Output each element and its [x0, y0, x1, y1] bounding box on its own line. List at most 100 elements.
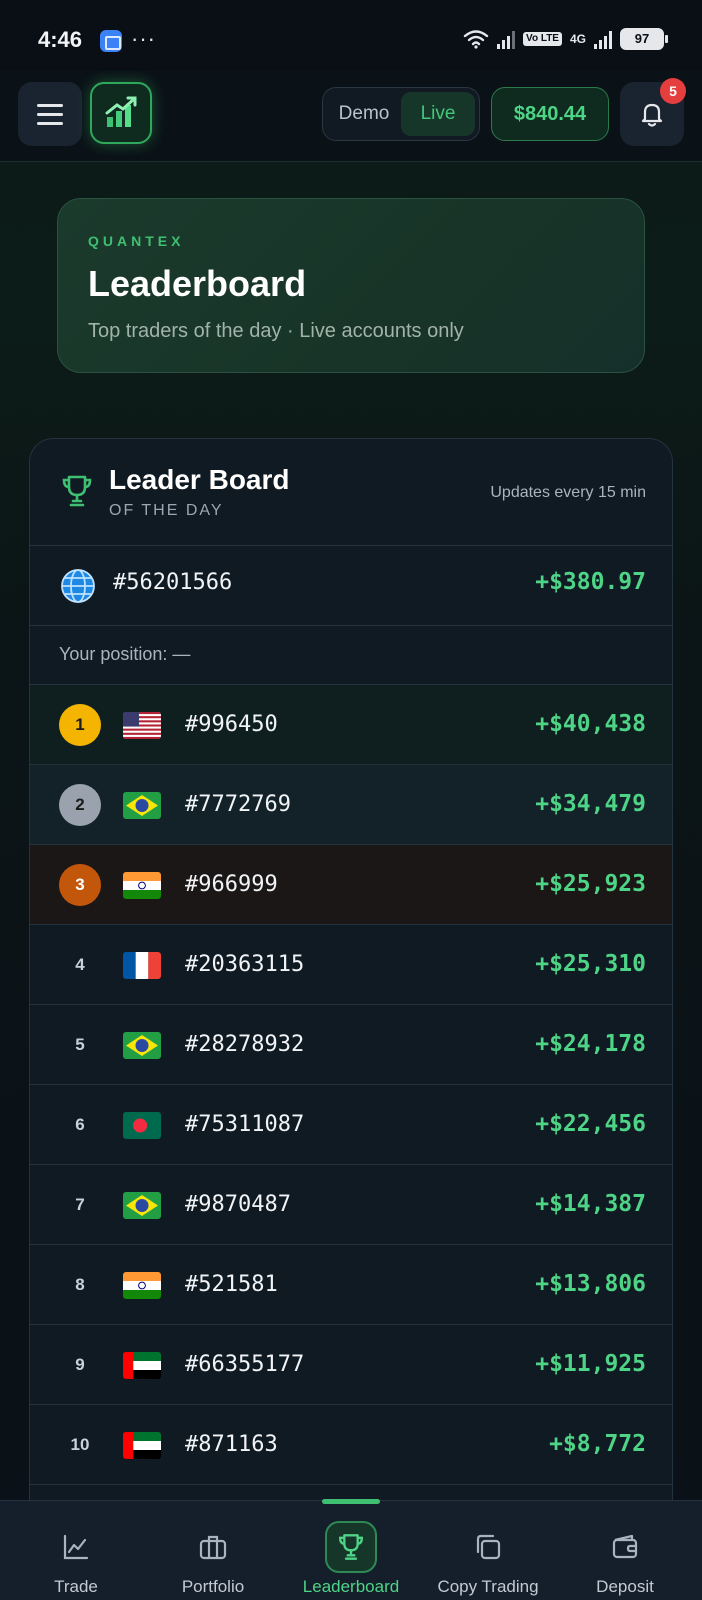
- leaderboard-row[interactable]: 2 #7772769 +$34,479: [30, 765, 672, 845]
- leaderboard-row[interactable]: 8 #521581 +$13,806: [30, 1245, 672, 1325]
- trader-id: #521581: [185, 1272, 278, 1297]
- battery-icon: 97: [620, 28, 668, 50]
- account-mode-toggle: Demo Live: [322, 87, 480, 141]
- notification-app-icon: [100, 30, 122, 52]
- status-time: 4:46: [38, 27, 83, 52]
- country-flag-icon: [123, 1112, 161, 1139]
- signal-1-icon: [497, 29, 516, 49]
- leaderboard-header: Leader Board OF THE DAY Updates every 15…: [30, 439, 672, 546]
- country-flag-icon: [123, 1272, 161, 1299]
- page-title: Leaderboard: [88, 263, 307, 304]
- rank-number: 10: [70, 1435, 90, 1454]
- globe-icon: [61, 569, 95, 603]
- trader-id: #20363115: [185, 952, 305, 977]
- page-subtitle: Top traders of the day · Live accounts o…: [88, 320, 464, 342]
- trader-id: #966999: [185, 872, 278, 897]
- trader-id: #871163: [185, 1432, 278, 1457]
- leaderboard-subtitle: OF THE DAY: [109, 502, 224, 519]
- trader-profit: +$13,806: [535, 1271, 646, 1297]
- chart-line-icon: [50, 1521, 102, 1573]
- trader-profit: +$8,772: [549, 1431, 646, 1457]
- your-position-label: Your position: —: [59, 644, 191, 664]
- bottom-navigation: Trade Portfolio Leaderboard Copy Trading…: [0, 1499, 702, 1600]
- trader-profit: +$24,178: [535, 1031, 646, 1057]
- bell-icon: [641, 103, 663, 127]
- my-trader-id: #56201566: [113, 570, 233, 595]
- wallet-icon: [599, 1521, 651, 1573]
- rank-number: 4: [75, 955, 85, 974]
- briefcase-icon: [187, 1521, 239, 1573]
- nav-leaderboard[interactable]: Leaderboard: [291, 1501, 411, 1600]
- signal-2-icon: [594, 29, 612, 49]
- brand-kicker: QUANTEX: [88, 233, 185, 249]
- rank-number: 9: [75, 1355, 85, 1374]
- trader-profit: +$25,923: [535, 871, 646, 897]
- leaderboard-list: 1 #996450 +$40,438 2 #7772769 +$34,479 3 #96699…: [30, 685, 672, 1485]
- logo-chart-icon: [105, 96, 137, 127]
- app-header: Demo Live $840.44 5: [0, 70, 702, 162]
- notification-count-badge: 5: [660, 78, 686, 104]
- trophy-icon: [62, 475, 92, 507]
- leaderboard-row[interactable]: 3 #966999 +$25,923: [30, 845, 672, 925]
- nav-trade-label: Trade: [54, 1577, 98, 1596]
- country-flag-icon: [123, 1432, 161, 1459]
- trader-profit: +$11,925: [535, 1351, 646, 1377]
- rank-medal-badge: 3: [59, 864, 101, 906]
- rank-number: 5: [75, 1035, 85, 1054]
- trader-profit: +$22,456: [535, 1111, 646, 1137]
- country-flag-icon: [123, 1032, 161, 1059]
- country-flag-icon: [123, 1192, 161, 1219]
- leaderboard-row[interactable]: 1 #996450 +$40,438: [30, 685, 672, 765]
- trader-id: #7772769: [185, 792, 291, 817]
- hero-card: QUANTEX Leaderboard Top traders of the d…: [57, 198, 645, 373]
- nav-deposit[interactable]: Deposit: [580, 1501, 670, 1600]
- your-position-row: Your position: —: [30, 626, 672, 685]
- rank-medal-badge: 1: [59, 704, 101, 746]
- trader-profit: +$14,387: [535, 1191, 646, 1217]
- nav-trade[interactable]: Trade: [36, 1501, 116, 1600]
- trader-id: #9870487: [185, 1192, 291, 1217]
- trader-profit: +$40,438: [535, 711, 646, 737]
- wifi-icon: [463, 30, 489, 49]
- country-flag-icon: [123, 1352, 161, 1379]
- more-notifications-icon: ···: [131, 26, 156, 51]
- rank-number: 7: [75, 1195, 85, 1214]
- status-bar: 4:46 ··· Vo LTE 4G 97: [0, 0, 702, 70]
- app-logo[interactable]: [90, 82, 152, 144]
- trader-profit: +$34,479: [535, 791, 646, 817]
- country-flag-icon: [123, 952, 161, 979]
- trader-id: #996450: [185, 712, 278, 737]
- my-profit: +$380.97: [535, 569, 646, 595]
- leaderboard-row[interactable]: 5 #28278932 +$24,178: [30, 1005, 672, 1085]
- mode-live-option[interactable]: Live: [401, 92, 475, 136]
- leaderboard-row[interactable]: 10 #871163 +$8,772: [30, 1405, 672, 1485]
- trader-id: #28278932: [185, 1032, 305, 1057]
- copy-icon: [462, 1521, 514, 1573]
- nav-portfolio-label: Portfolio: [181, 1577, 245, 1596]
- mode-demo-option[interactable]: Demo: [327, 92, 401, 136]
- nav-leaderboard-label: Leaderboard: [302, 1577, 400, 1596]
- trader-profit: +$25,310: [535, 951, 646, 977]
- my-entry-row[interactable]: #56201566 +$380.97: [30, 546, 672, 626]
- rank-number: 6: [75, 1115, 85, 1134]
- country-flag-icon: [123, 792, 161, 819]
- menu-button[interactable]: [18, 82, 82, 146]
- trophy-icon: [325, 1521, 377, 1573]
- leaderboard-panel: Leader Board OF THE DAY Updates every 15…: [29, 438, 673, 1500]
- country-flag-icon: [123, 712, 161, 739]
- volte-badge: Vo LTE: [523, 32, 562, 46]
- nav-copy-trading-label: Copy Trading: [437, 1577, 539, 1596]
- leaderboard-row[interactable]: 7 #9870487 +$14,387: [30, 1165, 672, 1245]
- hamburger-icon: [37, 103, 63, 107]
- network-type: 4G: [569, 32, 586, 46]
- leaderboard-row[interactable]: 9 #66355177 +$11,925: [30, 1325, 672, 1405]
- leaderboard-row[interactable]: 6 #75311087 +$22,456: [30, 1085, 672, 1165]
- leaderboard-title: Leader Board: [109, 464, 290, 495]
- nav-portfolio[interactable]: Portfolio: [163, 1501, 263, 1600]
- country-flag-icon: [123, 872, 161, 899]
- balance-button[interactable]: $840.44: [491, 87, 609, 141]
- leaderboard-row[interactable]: 4 #20363115 +$25,310: [30, 925, 672, 1005]
- nav-deposit-label: Deposit: [596, 1577, 654, 1596]
- nav-copy-trading[interactable]: Copy Trading: [423, 1501, 553, 1600]
- trader-id: #66355177: [185, 1352, 305, 1377]
